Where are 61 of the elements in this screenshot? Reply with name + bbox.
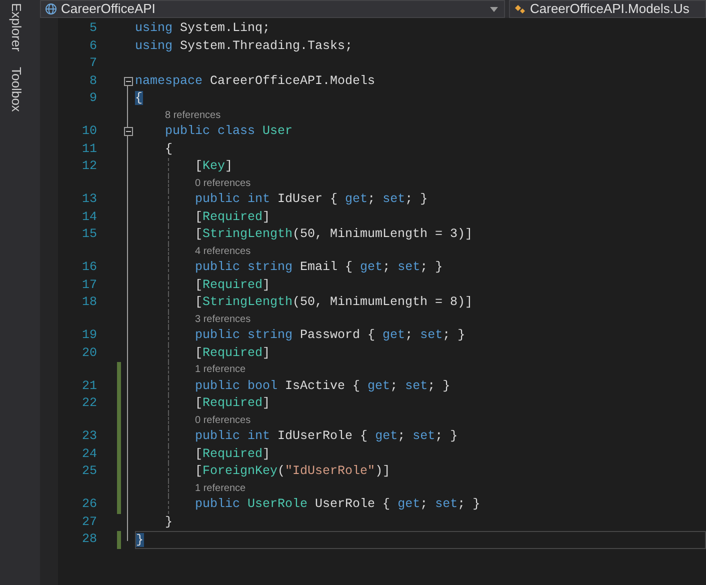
- line-number: 25: [82, 464, 97, 478]
- line-number: 9: [89, 91, 97, 105]
- line-number: 21: [82, 378, 97, 392]
- code-line: [Required]: [194, 344, 270, 362]
- code-line: using System.Linq;: [135, 20, 270, 37]
- code-line: [Key]: [194, 158, 233, 175]
- line-number: 28: [82, 532, 97, 546]
- code-line: [Required]: [194, 395, 270, 412]
- code-lens-references[interactable]: 0 references: [195, 176, 251, 191]
- line-number: 19: [82, 328, 97, 342]
- code-line: [StringLength(50, MinimumLength = 8)]: [194, 294, 473, 311]
- line-number: 17: [82, 278, 97, 292]
- code-line: using System.Threading.Tasks;: [135, 38, 353, 54]
- code-line: namespace CareerOfficeAPI.Models: [135, 72, 376, 90]
- line-number: 5: [89, 21, 97, 35]
- code-line: }: [164, 514, 173, 530]
- line-number: 11: [82, 142, 97, 156]
- line-number: 27: [82, 514, 97, 528]
- navigation-dropdown[interactable]: CareerOfficeAPI.Models.Us: [509, 0, 706, 18]
- code-line: [Required]: [194, 446, 270, 462]
- globe-icon: [45, 3, 57, 15]
- line-number: 15: [82, 227, 97, 241]
- code-line: [Required]: [194, 276, 270, 294]
- code-lens-references[interactable]: 1 reference: [195, 480, 246, 496]
- code-line: [StringLength(50, MinimumLength = 3)]: [194, 226, 473, 243]
- chevron-down-icon: [490, 6, 498, 12]
- line-number: 26: [82, 497, 97, 511]
- line-number: 18: [82, 295, 97, 309]
- code-line: public class User: [164, 123, 293, 140]
- navigation-dropdown[interactable]: CareerOfficeAPI: [40, 0, 505, 18]
- class-icon: [514, 3, 526, 15]
- side-tab[interactable]: Toolbox: [4, 66, 28, 114]
- code-lens-references[interactable]: 3 references: [195, 312, 251, 327]
- line-number: 23: [82, 429, 97, 443]
- line-number: 14: [82, 210, 97, 224]
- line-number: 7: [89, 56, 97, 70]
- code-line: public int IdUserRole { get; set; }: [194, 428, 458, 445]
- line-number: 16: [82, 260, 97, 274]
- collapse-icon[interactable]: [124, 127, 132, 136]
- line-number: 24: [82, 446, 97, 460]
- code-line: public UserRole UserRole { get; set; }: [194, 496, 480, 513]
- line-number: 6: [89, 38, 97, 52]
- code-line: [Required]: [194, 208, 270, 226]
- side-tab[interactable]: Explorer: [4, 2, 28, 52]
- code-lens-references[interactable]: 0 references: [195, 412, 251, 428]
- line-number: 13: [82, 192, 97, 206]
- code-line: public int IdUser { get; set; }: [194, 191, 428, 208]
- line-number: 12: [82, 159, 97, 173]
- code-line: public bool IsActive { get; set; }: [194, 378, 450, 394]
- code-lens-references[interactable]: 1 reference: [195, 362, 246, 378]
- code-lens-references[interactable]: 4 references: [195, 244, 251, 259]
- line-number: 8: [89, 74, 97, 88]
- code-line: {: [164, 140, 173, 158]
- code-line: public string Password { get; set; }: [194, 327, 466, 344]
- line-number: 20: [82, 346, 97, 360]
- line-number: 22: [82, 396, 97, 410]
- collapse-icon[interactable]: [124, 76, 132, 86]
- code-line: [ForeignKey("IdUserRole")]: [194, 463, 390, 480]
- code-lens-references[interactable]: 8 references: [165, 108, 221, 123]
- code-line: public string Email { get; set; }: [194, 259, 443, 276]
- line-number: 10: [82, 124, 97, 138]
